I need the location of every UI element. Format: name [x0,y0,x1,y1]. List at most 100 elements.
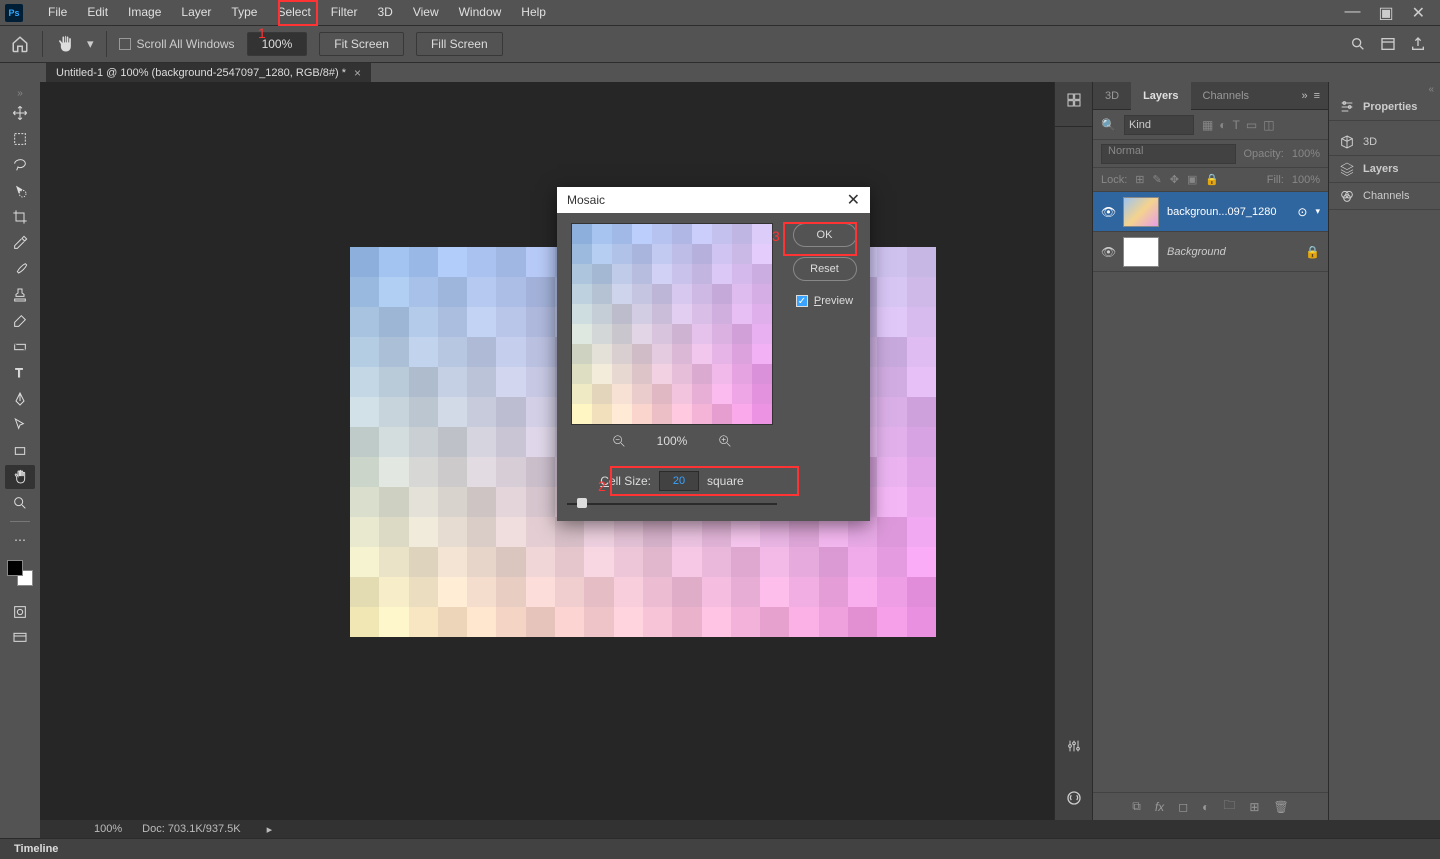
quick-mask-icon[interactable] [5,600,35,624]
arrange-icon[interactable] [1066,92,1082,108]
brush-tool-icon[interactable] [5,257,35,281]
color-swatches[interactable] [7,560,33,586]
layer-mask-icon[interactable]: ◻ [1178,800,1188,814]
path-select-tool-icon[interactable] [5,413,35,437]
zoom-100-button[interactable]: 100% [247,32,308,56]
lock-all-icon[interactable]: 🔒 [1205,173,1219,186]
layer-name[interactable]: backgroun...097_1280 [1167,206,1276,218]
preview-checkbox[interactable]: ✓Preview [796,295,853,307]
dialog-close-icon[interactable]: ✕ [847,190,860,210]
menu-help[interactable]: Help [511,0,556,25]
collapse-icon[interactable]: « [1428,84,1434,92]
rectangle-tool-icon[interactable] [5,439,35,463]
tab-layers[interactable]: Layers [1131,82,1190,110]
menu-type[interactable]: Type [221,0,267,25]
lock-pixels-icon[interactable]: ✎ [1153,173,1162,186]
filter-pixel-icon[interactable]: ▦ [1202,118,1213,132]
menu-3d[interactable]: 3D [367,0,402,25]
hand-tool-icon[interactable] [55,34,75,54]
filter-preview[interactable] [571,223,773,425]
filter-adjust-icon[interactable]: ◐ [1219,118,1226,132]
document-info[interactable]: Doc: 703.1K/937.5K [142,823,240,835]
canvas-area[interactable] [40,82,1054,820]
menu-file[interactable]: File [38,0,77,25]
zoom-tool-icon[interactable] [5,491,35,515]
properties-panel-tab[interactable]: Properties [1329,94,1440,121]
visibility-toggle-icon[interactable]: 👁 [1101,245,1115,259]
screen-mode-icon[interactable] [5,626,35,650]
menu-layer[interactable]: Layer [171,0,221,25]
fit-screen-button[interactable]: Fit Screen [319,32,404,56]
type-tool-icon[interactable]: T [5,361,35,385]
visibility-toggle-icon[interactable]: 👁 [1101,205,1115,219]
menu-image[interactable]: Image [118,0,171,25]
filter-type-icon[interactable]: T [1233,118,1240,132]
lock-transparent-icon[interactable]: ⊞ [1135,173,1144,186]
window-maximize-icon[interactable]: ▣ [1378,3,1393,23]
share-icon[interactable] [1410,36,1426,52]
stamp-tool-icon[interactable] [5,283,35,307]
pen-tool-icon[interactable] [5,387,35,411]
3d-panel-tab[interactable]: 3D [1329,129,1440,156]
panel-expand-icon[interactable]: » [1301,90,1307,102]
app-logo: Ps [5,4,23,22]
quick-select-tool-icon[interactable] [5,179,35,203]
channels-panel-tab[interactable]: Channels [1329,183,1440,210]
link-layers-icon[interactable]: ⧉ [1132,799,1141,814]
layer-thumbnail[interactable] [1123,197,1159,227]
reset-button[interactable]: Reset [793,257,857,281]
marquee-tool-icon[interactable] [5,127,35,151]
opacity-value[interactable]: 100% [1292,148,1320,160]
menu-edit[interactable]: Edit [77,0,118,25]
layer-filter-input[interactable] [1124,115,1194,135]
new-layer-icon[interactable]: ⊞ [1249,800,1259,814]
tab-3d[interactable]: 3D [1093,82,1131,110]
group-layers-icon[interactable]: 🗀 [1223,796,1235,817]
cc-libraries-icon[interactable] [1066,790,1082,806]
filter-shape-icon[interactable]: ▭ [1246,118,1257,132]
move-tool-icon[interactable] [5,101,35,125]
delete-layer-icon[interactable]: 🗑 [1273,800,1288,814]
zoom-out-icon[interactable] [611,433,627,449]
adjustments-icon[interactable] [1066,738,1082,754]
layers-panel-tab[interactable]: Layers [1329,156,1440,183]
hand-tool-icon[interactable] [5,465,35,489]
home-icon[interactable] [10,34,30,54]
menu-window[interactable]: Window [449,0,512,25]
timeline-panel[interactable]: Timeline [0,838,1440,859]
layer-fx-icon[interactable]: fx [1155,800,1164,814]
scroll-all-windows-checkbox[interactable]: Scroll All Windows [119,37,235,51]
menu-filter[interactable]: Filter [321,0,368,25]
blend-mode-select[interactable]: Normal [1101,144,1236,164]
status-menu-icon[interactable]: ▸ [267,823,273,836]
lock-position-icon[interactable]: ✥ [1170,173,1179,186]
document-tab[interactable]: Untitled-1 @ 100% (background-2547097_12… [46,63,371,82]
adjustment-layer-icon[interactable]: ◐ [1202,800,1209,814]
edit-toolbar-icon[interactable]: ⋯ [5,528,35,552]
layer-name[interactable]: Background [1167,246,1226,258]
gradient-tool-icon[interactable] [5,335,35,359]
window-close-icon[interactable]: ✕ [1412,3,1425,23]
layer-row[interactable]: 👁 backgroun...097_1280 ⊙ ▾ [1093,192,1328,232]
filter-search-icon[interactable]: 🔍 [1101,118,1116,132]
cell-size-slider[interactable] [567,497,777,511]
zoom-level[interactable]: 100% [94,823,122,835]
crop-tool-icon[interactable] [5,205,35,229]
layer-thumbnail[interactable] [1123,237,1159,267]
fill-value[interactable]: 100% [1292,174,1320,186]
tab-channels[interactable]: Channels [1191,82,1261,110]
layer-row[interactable]: 👁 Background 🔒 [1093,232,1328,272]
fill-screen-button[interactable]: Fill Screen [416,32,503,56]
lasso-tool-icon[interactable] [5,153,35,177]
eraser-tool-icon[interactable] [5,309,35,333]
tab-close-icon[interactable]: × [354,66,361,80]
zoom-in-icon[interactable] [717,433,733,449]
lock-artboard-icon[interactable]: ▣ [1187,173,1197,186]
menu-view[interactable]: View [403,0,449,25]
search-icon[interactable] [1350,36,1366,52]
eyedropper-tool-icon[interactable] [5,231,35,255]
panel-menu-icon[interactable]: ≡ [1314,90,1320,102]
filter-smart-icon[interactable]: ◫ [1263,118,1274,132]
window-minimize-icon[interactable]: — [1344,3,1360,23]
workspace-icon[interactable] [1380,36,1396,52]
